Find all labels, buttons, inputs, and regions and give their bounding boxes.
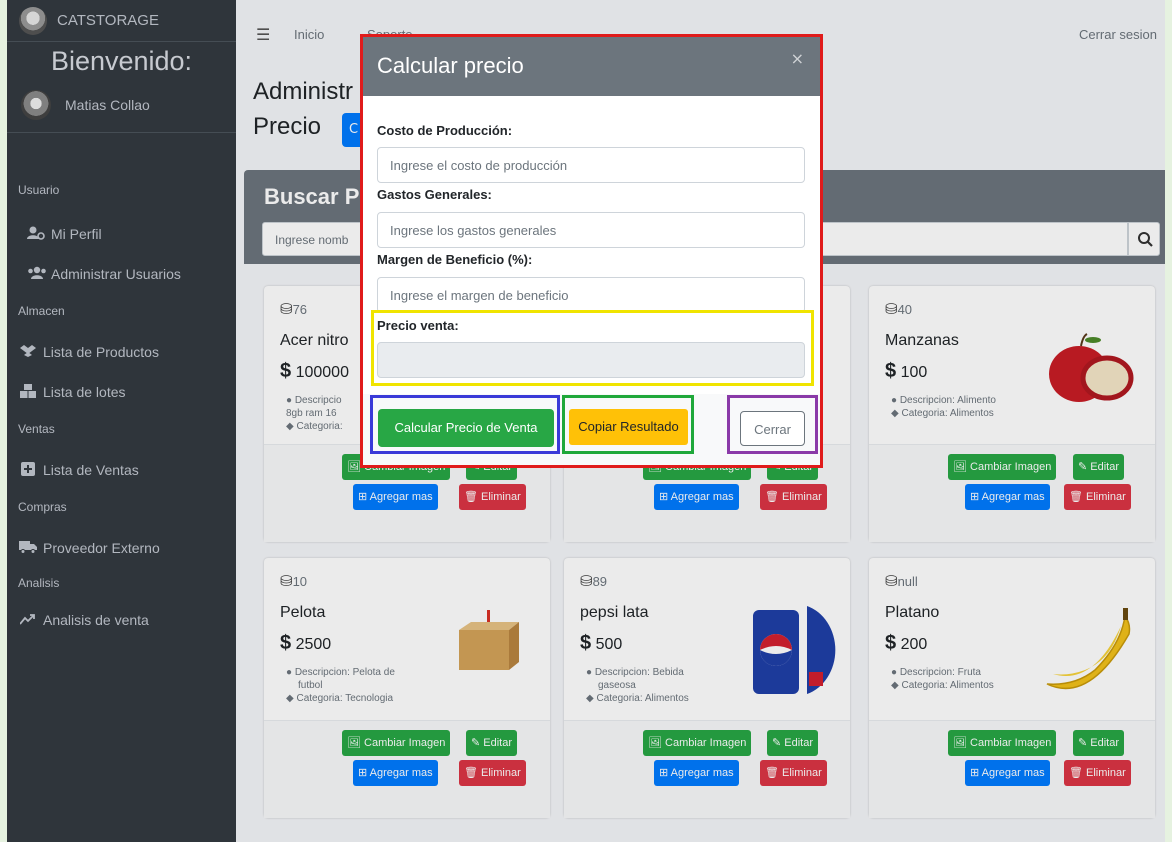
sale-price-label: Precio venta: (377, 318, 459, 333)
profit-margin-input[interactable]: Ingrese el margen de beneficio (377, 277, 805, 313)
close-button[interactable]: Cerrar (740, 411, 805, 446)
calculate-price-modal: Calcular precio × Costo de Producción: I… (360, 34, 823, 468)
profit-margin-label: Margen de Beneficio (%): (377, 252, 533, 267)
app-window: CATSTORAGE Bienvenido: Matias Collao Usu… (7, 0, 1165, 842)
modal-header: Calcular precio × (363, 37, 820, 96)
copy-result-button[interactable]: Copiar Resultado (569, 409, 688, 445)
production-cost-label: Costo de Producción: (377, 123, 513, 138)
calculate-sale-price-button[interactable]: Calcular Precio de Venta (378, 409, 554, 447)
production-cost-input[interactable]: Ingrese el costo de producción (377, 147, 805, 183)
close-icon[interactable]: × (791, 49, 804, 68)
modal-title: Calcular precio (377, 53, 524, 78)
sale-price-output (377, 342, 805, 378)
overhead-label: Gastos Generales: (377, 187, 492, 202)
overhead-input[interactable]: Ingrese los gastos generales (377, 212, 805, 248)
